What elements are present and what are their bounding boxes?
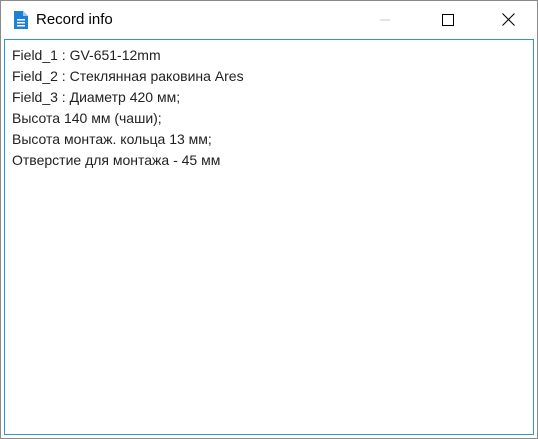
record-line: Высота монтаж. кольца 13 мм;	[12, 131, 212, 147]
title-bar[interactable]: Record info	[1, 1, 537, 38]
maximize-icon	[442, 13, 454, 26]
record-line: Высота 140 мм (чаши);	[12, 110, 162, 126]
record-line: Field_2 : Стеклянная раковина Ares	[12, 68, 244, 84]
record-line: Field_3 : Диаметр 420 мм;	[12, 89, 181, 105]
maximize-button[interactable]	[425, 1, 471, 38]
minimize-icon	[379, 14, 391, 26]
record-info-window: Record info Field_1: GV-651-12mm Field_…	[0, 0, 538, 439]
document-icon	[13, 10, 29, 30]
close-button[interactable]	[485, 1, 531, 38]
record-line: Field_1 : GV-651-12mm	[12, 47, 161, 63]
close-icon	[501, 13, 515, 26]
record-text: Field_1 : GV-651-12mm Field_2 : Стеклянн…	[12, 45, 527, 171]
minimize-button[interactable]	[362, 1, 408, 38]
window-title: Record info	[36, 11, 113, 28]
record-text-box[interactable]: Field_1 : GV-651-12mm Field_2 : Стеклянн…	[4, 39, 534, 435]
record-line: Отверстие для монтажа - 45 мм	[12, 152, 221, 168]
